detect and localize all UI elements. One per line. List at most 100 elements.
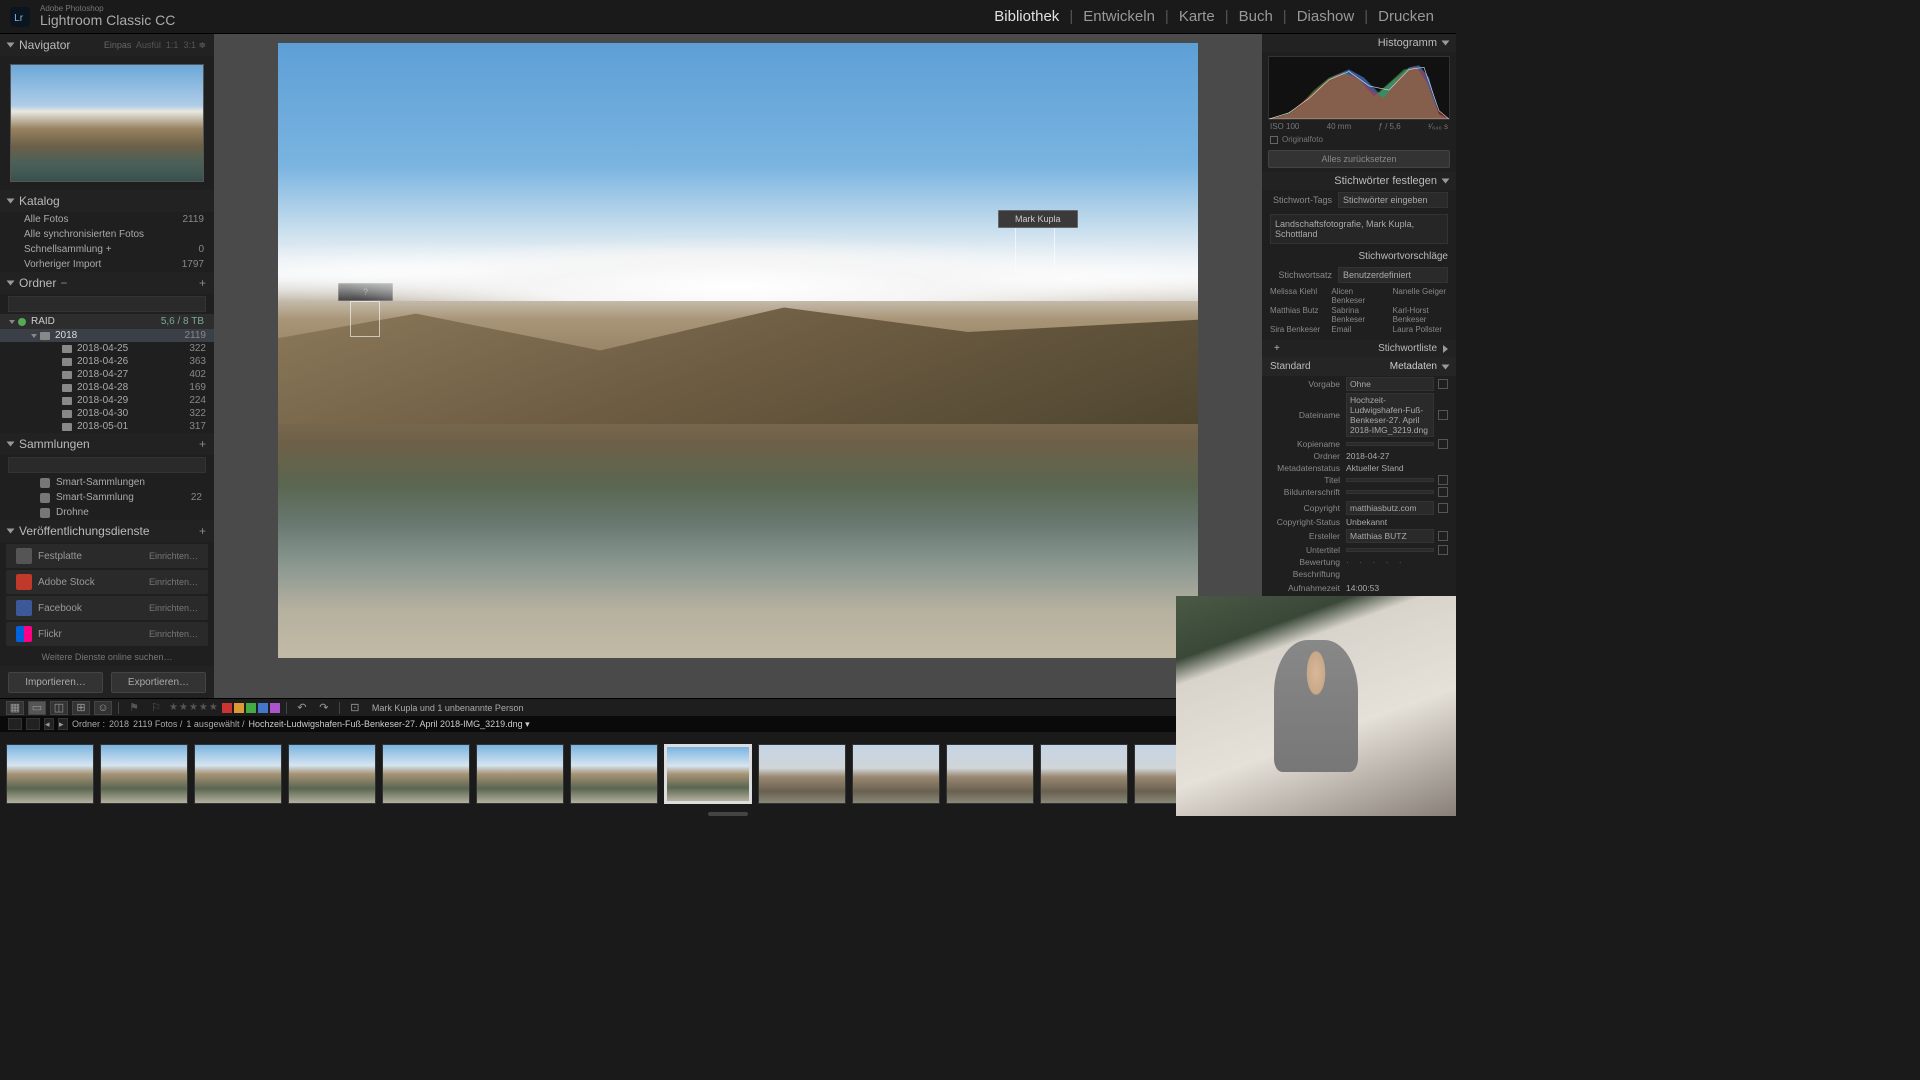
metadata-go-icon[interactable]: [1438, 545, 1448, 555]
metadata-value[interactable]: matthiasbutz.com: [1346, 501, 1434, 515]
label-green[interactable]: [246, 703, 256, 713]
folder-item[interactable]: 2018-04-28169: [0, 381, 214, 394]
face-tag-named[interactable]: Mark Kupla: [998, 210, 1078, 228]
module-book[interactable]: Buch: [1229, 8, 1283, 25]
folder-item[interactable]: 2018-04-29224: [0, 394, 214, 407]
publish-adobestock[interactable]: Adobe StockEinrichten…: [6, 570, 208, 594]
metadata-value[interactable]: [1346, 478, 1434, 482]
kw-sugg-item[interactable]: Laura Pollster: [1393, 325, 1448, 334]
publish-facebook[interactable]: FacebookEinrichten…: [6, 596, 208, 620]
collections-header[interactable]: Sammlungen +: [0, 433, 214, 455]
metadata-value[interactable]: Hochzeit-Ludwigshafen-Fuß-Benkeser-27. A…: [1346, 393, 1434, 437]
label-purple[interactable]: [270, 703, 280, 713]
folder-2018[interactable]: 20182119: [0, 329, 214, 342]
thumbnail-selected[interactable]: [664, 744, 752, 804]
kw-sugg-item[interactable]: Sabrina Benkeser: [1331, 306, 1386, 324]
collection-filter-input[interactable]: [8, 457, 206, 473]
navigator-preview[interactable]: [10, 64, 204, 182]
reset-all-button[interactable]: Alles zurücksetzen: [1268, 150, 1450, 168]
rotate-ccw-button[interactable]: ↶: [293, 701, 311, 715]
metadata-value[interactable]: Ohne: [1346, 377, 1434, 391]
export-button[interactable]: Exportieren…: [111, 672, 206, 693]
publish-more-link[interactable]: Weitere Dienste online suchen…: [0, 648, 214, 666]
metadata-go-icon[interactable]: [1438, 439, 1448, 449]
keyword-input[interactable]: Landschaftsfotografie, Mark Kupla, Schot…: [1270, 214, 1448, 244]
volume-raid[interactable]: RAID5,6 / 8 TB: [0, 314, 214, 329]
rotate-cw-button[interactable]: ↷: [315, 701, 333, 715]
catalog-all-photos[interactable]: Alle Fotos2119: [0, 212, 214, 227]
grid-toggle-button[interactable]: [26, 718, 40, 730]
publish-harddrive[interactable]: FestplatteEinrichten…: [6, 544, 208, 568]
label-yellow[interactable]: [234, 703, 244, 713]
folder-item[interactable]: 2018-04-27402: [0, 368, 214, 381]
kw-sugg-item[interactable]: Melissa Kiehl: [1270, 287, 1325, 305]
second-window-button[interactable]: [8, 718, 22, 730]
catalog-prev-import[interactable]: Vorheriger Import1797: [0, 257, 214, 272]
metadata-preset-select[interactable]: Standard: [1270, 361, 1311, 372]
nav-back-button[interactable]: ◂: [44, 718, 54, 730]
metadata-go-icon[interactable]: [1438, 379, 1448, 389]
face-region-unnamed[interactable]: [350, 301, 380, 337]
kw-sugg-item[interactable]: Alicen Benkeser: [1331, 287, 1386, 305]
metadata-go-icon[interactable]: [1438, 410, 1448, 420]
face-region-named[interactable]: [1015, 223, 1055, 271]
kw-sugg-item[interactable]: Email: [1331, 325, 1386, 334]
publish-flickr[interactable]: FlickrEinrichten…: [6, 622, 208, 646]
folders-header[interactable]: Ordner − +: [0, 272, 214, 294]
catalog-synced[interactable]: Alle synchronisierten Fotos: [0, 227, 214, 242]
collection-item[interactable]: Smart-Sammlungen: [0, 475, 214, 490]
thumbnail[interactable]: [946, 744, 1034, 804]
folder-item[interactable]: 2018-04-26363: [0, 355, 214, 368]
thumbnail[interactable]: [852, 744, 940, 804]
thumbnail[interactable]: [194, 744, 282, 804]
metadata-value[interactable]: [1346, 490, 1434, 494]
face-toggle-button[interactable]: ⊡: [346, 701, 364, 715]
path-folder[interactable]: 2018: [109, 719, 129, 729]
remove-folder-button[interactable]: −: [56, 276, 71, 290]
keywordlist-header[interactable]: +Stichwortliste: [1262, 340, 1456, 357]
navigator-header[interactable]: Navigator Einpas Ausfül 1:1 3:1 ≑: [0, 34, 214, 56]
thumbnail[interactable]: [382, 744, 470, 804]
module-develop[interactable]: Entwickeln: [1073, 8, 1165, 25]
filmstrip-scrollbar[interactable]: [708, 812, 748, 816]
main-photo[interactable]: Mark Kupla ?: [278, 43, 1198, 658]
kw-sugg-item[interactable]: Karl-Horst Benkeser: [1393, 306, 1448, 324]
keyword-mode-select[interactable]: Stichwörter eingeben: [1338, 192, 1448, 208]
original-photo-toggle[interactable]: Originalfoto: [1262, 133, 1456, 146]
folder-item[interactable]: 2018-05-01317: [0, 420, 214, 433]
add-collection-button[interactable]: +: [195, 437, 206, 451]
publish-header[interactable]: Veröffentlichungsdienste +: [0, 520, 214, 542]
folder-filter-input[interactable]: [8, 296, 206, 312]
keyword-set-select[interactable]: Benutzerdefiniert: [1338, 267, 1448, 283]
add-folder-button[interactable]: +: [195, 276, 206, 290]
catalog-quick[interactable]: Schnellsammlung +0: [0, 242, 214, 257]
face-tag-unnamed[interactable]: ?: [338, 283, 393, 301]
histogram-header[interactable]: Histogramm: [1262, 34, 1456, 52]
thumbnail[interactable]: [100, 744, 188, 804]
module-slideshow[interactable]: Diashow: [1287, 8, 1365, 25]
folder-item[interactable]: 2018-04-30322: [0, 407, 214, 420]
module-library[interactable]: Bibliothek: [984, 8, 1069, 25]
kw-sugg-item[interactable]: Nanelle Geiger: [1393, 287, 1448, 305]
module-print[interactable]: Drucken: [1368, 8, 1444, 25]
rating-stars[interactable]: ★★★★★: [169, 702, 218, 713]
metadata-go-icon[interactable]: [1438, 487, 1448, 497]
nav-fwd-button[interactable]: ▸: [58, 718, 68, 730]
keywords-header[interactable]: Stichwörter festlegen: [1262, 172, 1456, 190]
compare-view-button[interactable]: ◫: [50, 701, 68, 715]
current-filename[interactable]: Hochzeit-Ludwigshafen-Fuß-Benkeser-27. A…: [248, 719, 529, 730]
thumbnail[interactable]: [6, 744, 94, 804]
metadata-go-icon[interactable]: [1438, 531, 1448, 541]
metadata-go-icon[interactable]: [1438, 475, 1448, 485]
grid-view-button[interactable]: ▦: [6, 701, 24, 715]
thumbnail[interactable]: [1040, 744, 1128, 804]
metadata-value[interactable]: [1346, 442, 1434, 446]
label-blue[interactable]: [258, 703, 268, 713]
module-map[interactable]: Karte: [1169, 8, 1225, 25]
folder-item[interactable]: 2018-04-25322: [0, 342, 214, 355]
collection-item[interactable]: Drohne: [0, 505, 214, 520]
label-red[interactable]: [222, 703, 232, 713]
catalog-header[interactable]: Katalog: [0, 190, 214, 212]
loupe-view[interactable]: Mark Kupla ?: [214, 34, 1262, 698]
collection-item[interactable]: Smart-Sammlung22: [0, 490, 214, 505]
